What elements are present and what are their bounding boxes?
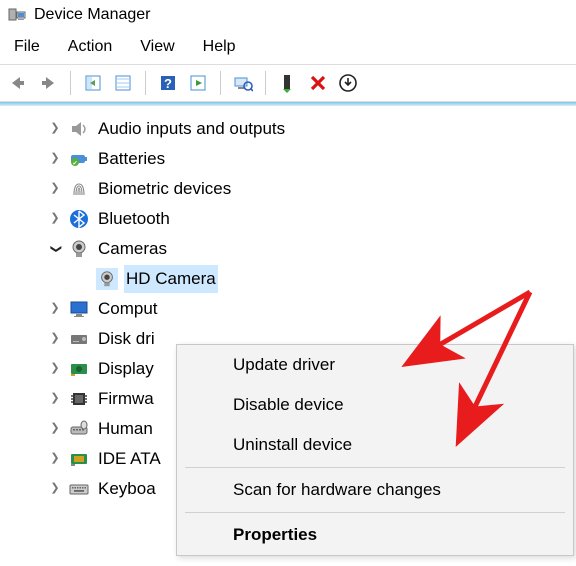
menubar: File Action View Help [0,30,576,64]
tree-label: HD Camera [124,265,218,292]
update-driver-button[interactable] [334,69,362,97]
toolbar-separator [145,71,146,95]
tree-label: Firmwa [96,385,156,412]
tree-item-computers[interactable]: ❯ Comput [8,294,576,324]
context-separator [185,512,565,513]
toolbar-separator [220,71,221,95]
context-scan-hardware[interactable]: Scan for hardware changes [177,470,573,510]
scan-hardware-button[interactable] [229,69,257,97]
tree-label: Disk dri [96,325,157,352]
context-properties[interactable]: Properties [177,515,573,555]
tree-label: Keyboa [96,475,158,502]
tree-label: Comput [96,295,160,322]
keyboard-icon [68,478,90,500]
show-property-sheet-button[interactable] [109,69,137,97]
expand-icon[interactable]: ❯ [48,332,62,346]
tree-label: Bluetooth [96,205,172,232]
action-button[interactable] [184,69,212,97]
menu-help[interactable]: Help [189,34,250,60]
tree-label: Biometric devices [96,175,233,202]
context-update-driver[interactable]: Update driver [177,345,573,385]
expand-icon[interactable]: ❯ [48,362,62,376]
expand-icon[interactable]: ❯ [48,212,62,226]
expand-icon[interactable]: ❯ [48,392,62,406]
toolbar-separator [70,71,71,95]
back-button[interactable] [4,69,32,97]
bluetooth-icon [68,208,90,230]
menu-view[interactable]: View [126,34,188,60]
collapse-icon[interactable]: ❯ [48,242,62,256]
tree-label: Audio inputs and outputs [96,115,287,142]
enable-device-button[interactable] [274,69,302,97]
expand-icon[interactable]: ❯ [48,152,62,166]
toolbar-separator [265,71,266,95]
speaker-icon [68,118,90,140]
expand-icon[interactable]: ❯ [48,302,62,316]
svg-text:?: ? [164,76,172,91]
window-title: Device Manager [34,6,151,24]
uninstall-device-button[interactable] [304,69,332,97]
tree-item-biometric[interactable]: ❯ Biometric devices [8,174,576,204]
gpu-icon [68,358,90,380]
expand-icon[interactable]: ❯ [48,452,62,466]
monitor-icon [68,298,90,320]
tree-item-hd-camera[interactable]: ❯ HD Camera [8,264,576,294]
toolbar: ? [0,64,576,102]
tree-label: Batteries [96,145,167,172]
controller-icon [68,448,90,470]
camera-icon [68,238,90,260]
chip-icon [68,388,90,410]
tree-item-cameras[interactable]: ❯ Cameras [8,234,576,264]
context-uninstall-device[interactable]: Uninstall device [177,425,573,465]
tree-item-bluetooth[interactable]: ❯ Bluetooth [8,204,576,234]
menu-action[interactable]: Action [54,34,126,60]
tree-item-audio[interactable]: ❯ Audio inputs and outputs [8,114,576,144]
tree-label: Display [96,355,156,382]
camera-icon [96,268,118,290]
show-hide-tree-button[interactable] [79,69,107,97]
context-separator [185,467,565,468]
expand-icon[interactable]: ❯ [48,422,62,436]
expand-icon[interactable]: ❯ [48,122,62,136]
expand-icon[interactable]: ❯ [48,482,62,496]
tree-label: IDE ATA [96,445,163,472]
expand-icon[interactable]: ❯ [48,182,62,196]
battery-icon: ✔ [68,148,90,170]
help-button[interactable]: ? [154,69,182,97]
svg-text:✔: ✔ [72,161,77,167]
hid-icon [68,418,90,440]
context-menu: Update driver Disable device Uninstall d… [176,344,574,556]
fingerprint-icon [68,178,90,200]
tree-label: Cameras [96,235,169,262]
forward-button[interactable] [34,69,62,97]
menu-file[interactable]: File [0,34,54,60]
titlebar: Device Manager [0,0,576,30]
tree-label: Human [96,415,155,442]
disk-icon [68,328,90,350]
tree-item-batteries[interactable]: ❯ ✔ Batteries [8,144,576,174]
context-disable-device[interactable]: Disable device [177,385,573,425]
device-manager-icon [8,6,26,24]
